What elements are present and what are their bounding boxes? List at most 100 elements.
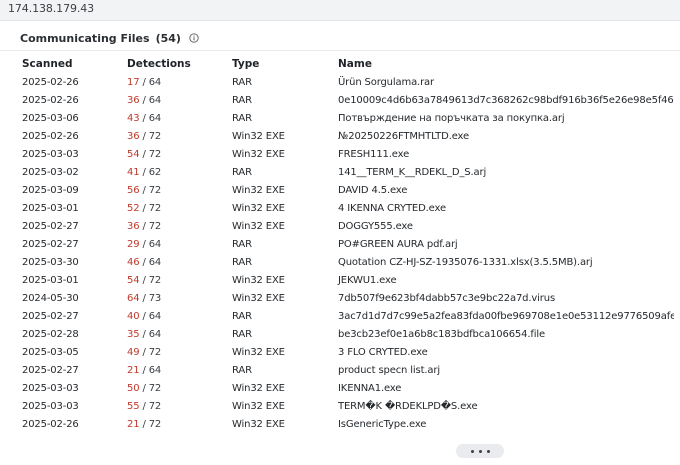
ip-address: 174.138.179.43: [8, 2, 95, 15]
file-name-link[interactable]: 141__TERM_K__RDEKL_D_S.arj: [330, 163, 674, 181]
table-row[interactable]: 2025-02-26 36 / 72 Win32 EXE №20250226FTMHT…: [14, 127, 674, 145]
file-type: Win32 EXE: [232, 274, 285, 286]
detections-positive: 43: [127, 112, 140, 124]
scanned-date: 2025-02-27: [22, 364, 79, 376]
scanned-date: 2025-03-03: [22, 148, 79, 160]
file-type: RAR: [232, 310, 252, 322]
detections-total: / 64: [142, 94, 162, 106]
scanned-date: 2025-02-27: [22, 238, 79, 250]
file-name-link[interactable]: 0e10009c4d6b63a7849613d7c368262c98bdf916…: [330, 91, 674, 109]
scanned-date: 2025-03-06: [22, 112, 79, 124]
table-row[interactable]: 2025-02-28 35 / 64 RAR be3cb23ef0e1a6b8c183…: [14, 325, 674, 343]
table-row[interactable]: 2025-02-26 36 / 64 RAR 0e10009c4d6b63a78496…: [14, 91, 674, 109]
file-name-link[interactable]: 7db507f9e623bf4dabb57c3e9bc22a7d.virus: [330, 289, 674, 307]
detections-cell: 54 / 72: [119, 145, 224, 163]
detections-cell: 29 / 64: [119, 235, 224, 253]
table-row[interactable]: 2025-03-02 41 / 62 RAR 141__TERM_K__RDEKL_D…: [14, 163, 674, 181]
file-name-link[interactable]: PO#GREEN AURA pdf.arj: [330, 235, 674, 253]
file-type: Win32 EXE: [232, 346, 285, 358]
file-name-link[interactable]: 3 FLO CRYTED.exe: [330, 343, 674, 361]
table-row[interactable]: 2025-03-30 46 / 64 RAR Quotation CZ-HJ-SZ-1…: [14, 253, 674, 271]
detections-positive: 49: [127, 346, 140, 358]
table-row[interactable]: 2025-03-03 50 / 72 Win32 EXE IKENNA1.exe: [14, 379, 674, 397]
file-type: Win32 EXE: [232, 400, 285, 412]
table-row[interactable]: 2025-03-03 55 / 72 Win32 EXE TERM�K �RDEKLP…: [14, 397, 674, 415]
more-dot-icon: [470, 449, 474, 453]
table-row[interactable]: 2025-03-06 43 / 64 RAR Потвърждение на поръ…: [14, 109, 674, 127]
detections-cell: 52 / 72: [119, 199, 224, 217]
detections-cell: 64 / 73: [119, 289, 224, 307]
file-name-link[interactable]: product specn list.arj: [330, 361, 674, 379]
file-type: RAR: [232, 166, 252, 178]
top-bar: 174.138.179.43: [0, 0, 680, 20]
scanned-date: 2025-03-03: [22, 382, 79, 394]
table-row[interactable]: 2025-02-26 21 / 72 Win32 EXE IsGenericType.…: [14, 415, 674, 433]
scanned-date: 2025-02-26: [22, 76, 79, 88]
detections-total: / 64: [142, 364, 162, 376]
file-type: Win32 EXE: [232, 148, 285, 160]
file-name-link[interactable]: JEKWU1.exe: [330, 271, 674, 289]
table-row[interactable]: 2025-02-27 21 / 64 RAR product specn list.a…: [14, 361, 674, 379]
scanned-date: 2025-03-30: [22, 256, 79, 268]
scanned-date: 2025-03-03: [22, 400, 79, 412]
file-type: RAR: [232, 238, 252, 250]
table-row[interactable]: 2025-02-27 29 / 64 RAR PO#GREEN AURA pdf.ar…: [14, 235, 674, 253]
table-row[interactable]: 2025-02-26 17 / 64 RAR Ürün Sorgulama.rar: [14, 73, 674, 91]
table-row[interactable]: 2025-02-27 40 / 64 RAR 3ac7d1d7d7c99e5a2fea…: [14, 307, 674, 325]
detections-positive: 46: [127, 256, 140, 268]
column-header-detections[interactable]: Detections: [119, 54, 224, 73]
file-type: Win32 EXE: [232, 184, 285, 196]
detections-cell: 21 / 64: [119, 361, 224, 379]
detections-cell: 46 / 64: [119, 253, 224, 271]
file-name-link[interactable]: Quotation CZ-HJ-SZ-1935076-1331.xlsx(3.5…: [330, 253, 674, 271]
file-type: RAR: [232, 112, 252, 124]
file-type: RAR: [232, 256, 252, 268]
file-name-link[interactable]: DOGGY555.exe: [330, 217, 674, 235]
files-table: Scanned Detections Type Name 2025-02-26 1…: [14, 54, 674, 433]
detections-cell: 36 / 72: [119, 217, 224, 235]
detections-total: / 64: [142, 256, 162, 268]
table-row[interactable]: 2025-02-27 36 / 72 Win32 EXE DOGGY555.exe: [14, 217, 674, 235]
detections-total: / 73: [142, 292, 162, 304]
file-type: Win32 EXE: [232, 382, 285, 394]
file-name-link[interactable]: №20250226FTMHTLTD.exe: [330, 127, 674, 145]
info-circle-icon[interactable]: [189, 33, 199, 43]
file-name-link[interactable]: IKENNA1.exe: [330, 379, 674, 397]
table-row[interactable]: 2025-03-01 54 / 72 Win32 EXE JEKWU1.exe: [14, 271, 674, 289]
column-header-type[interactable]: Type: [224, 54, 330, 73]
detections-cell: 17 / 64: [119, 73, 224, 91]
file-type: Win32 EXE: [232, 202, 285, 214]
detections-total: / 72: [142, 202, 162, 214]
scanned-date: 2025-03-01: [22, 202, 79, 214]
column-header-scanned[interactable]: Scanned: [14, 54, 119, 73]
detections-positive: 64: [127, 292, 140, 304]
more-dot-icon: [486, 449, 490, 453]
file-name-link[interactable]: Потвърждение на поръчката за покупка.arj: [330, 109, 674, 127]
file-name-link[interactable]: be3cb23ef0e1a6b8c183bdfbca106654.file: [330, 325, 674, 343]
file-type: Win32 EXE: [232, 418, 285, 430]
file-name-link[interactable]: DAVID 4.5.exe: [330, 181, 674, 199]
file-name-link[interactable]: 4 IKENNA CRYTED.exe: [330, 199, 674, 217]
detections-total: / 72: [142, 274, 162, 286]
table-row[interactable]: 2025-03-09 56 / 72 Win32 EXE DAVID 4.5.exe: [14, 181, 674, 199]
section-header: Communicating Files (54): [20, 30, 199, 46]
detections-cell: 40 / 64: [119, 307, 224, 325]
detections-positive: 54: [127, 274, 140, 286]
detections-cell: 49 / 72: [119, 343, 224, 361]
detections-positive: 35: [127, 328, 140, 340]
detections-total: / 72: [142, 382, 162, 394]
detections-positive: 21: [127, 418, 140, 430]
table-row[interactable]: 2025-03-01 52 / 72 Win32 EXE 4 IKENNA CRYTE…: [14, 199, 674, 217]
file-name-link[interactable]: FRESH111.exe: [330, 145, 674, 163]
file-name-link[interactable]: 3ac7d1d7d7c99e5a2fea83fda00fbe969708e1e0…: [330, 307, 674, 325]
load-more-button[interactable]: [456, 444, 504, 458]
file-name-link[interactable]: TERM�K �RDEKLPD�S.exe: [330, 397, 674, 415]
file-name-link[interactable]: Ürün Sorgulama.rar: [330, 73, 674, 91]
file-name-link[interactable]: IsGenericType.exe: [330, 415, 674, 433]
detections-total: / 72: [142, 184, 162, 196]
table-row[interactable]: 2025-03-05 49 / 72 Win32 EXE 3 FLO CRYTED.e…: [14, 343, 674, 361]
column-header-name[interactable]: Name: [330, 54, 674, 73]
table-row[interactable]: 2025-03-03 54 / 72 Win32 EXE FRESH111.exe: [14, 145, 674, 163]
table-row[interactable]: 2024-05-30 64 / 73 Win32 EXE 7db507f9e623bf…: [14, 289, 674, 307]
detections-total: / 72: [142, 220, 162, 232]
